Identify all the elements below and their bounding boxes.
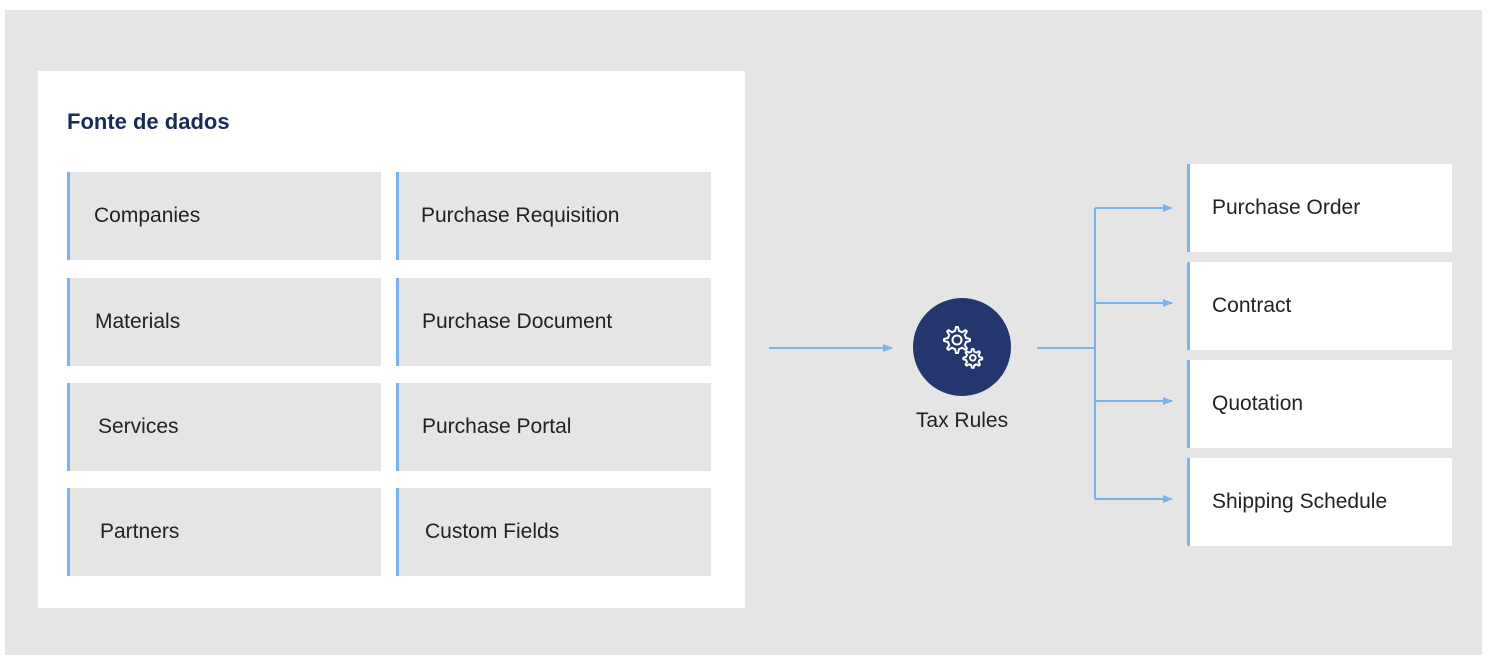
- source-item-materials: Materials: [67, 278, 381, 366]
- output-item-label: Shipping Schedule: [1212, 490, 1388, 513]
- panel-title: Fonte de dados: [67, 109, 230, 134]
- gears-icon: [943, 326, 984, 369]
- output-item-label: Quotation: [1212, 392, 1304, 415]
- source-item-services: Services: [67, 383, 381, 471]
- source-item-companies: Companies: [67, 172, 381, 260]
- tax-rules-node: [913, 298, 1011, 396]
- source-item-label: Services: [98, 415, 179, 438]
- output-item-quotation: Quotation: [1187, 360, 1452, 448]
- data-source-panel: Fonte de dados Companies Materials Servi…: [38, 71, 745, 608]
- source-item-label: Companies: [94, 204, 201, 227]
- source-item-label: Custom Fields: [425, 520, 560, 543]
- output-item-shipping-schedule: Shipping Schedule: [1187, 458, 1452, 546]
- output-item-label: Contract: [1212, 294, 1292, 317]
- output-item-purchase-order: Purchase Order: [1187, 164, 1452, 252]
- source-item-label: Purchase Portal: [422, 415, 572, 438]
- source-item-purchase-document: Purchase Document: [396, 278, 711, 366]
- source-item-purchase-requisition: Purchase Requisition: [396, 172, 711, 260]
- source-item-label: Materials: [95, 310, 181, 333]
- source-item-label: Purchase Requisition: [421, 204, 620, 227]
- source-item-label: Purchase Document: [422, 310, 613, 333]
- source-item-partners: Partners: [67, 488, 381, 576]
- source-item-custom-fields: Custom Fields: [396, 488, 711, 576]
- output-item-label: Purchase Order: [1212, 196, 1361, 219]
- output-item-contract: Contract: [1187, 262, 1452, 350]
- source-item-label: Partners: [100, 520, 180, 543]
- source-item-purchase-portal: Purchase Portal: [396, 383, 711, 471]
- tax-rules-label: Tax Rules: [915, 409, 1009, 432]
